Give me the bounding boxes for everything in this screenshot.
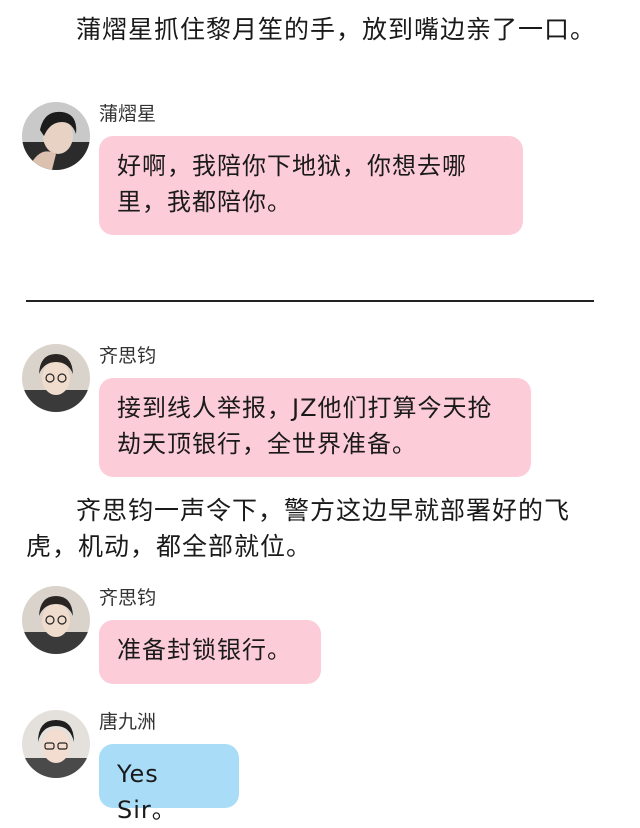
message-bubble: Yes Sir。 [99,744,239,824]
avatar-qisijun-icon[interactable] [22,344,90,412]
sender-name: 齐思钧 [99,587,157,609]
separator-line [26,300,594,302]
narration-text: 蒲熠星抓住黎月笙的手，放到嘴边亲了一口。 [76,15,597,44]
avatar-puyixing-icon[interactable] [22,102,90,170]
avatar-tangjiuzhou-icon[interactable] [22,710,90,778]
avatar-qisijun-icon[interactable] [22,586,90,654]
message-bubble: 准备封锁银行。 [99,620,321,684]
narration-text: 齐思钧一声令下，警方这边早就部署好的飞虎，机动，都全部就位。 [26,496,571,561]
message-bubble: 接到线人举报，JZ他们打算今天抢劫天顶银行，全世界准备。 [99,378,531,477]
sender-name: 蒲熠星 [99,103,157,125]
message-bubble: 好啊，我陪你下地狱，你想去哪里，我都陪你。 [99,136,523,235]
sender-name: 唐九洲 [99,711,157,733]
sender-name: 齐思钧 [99,345,157,367]
